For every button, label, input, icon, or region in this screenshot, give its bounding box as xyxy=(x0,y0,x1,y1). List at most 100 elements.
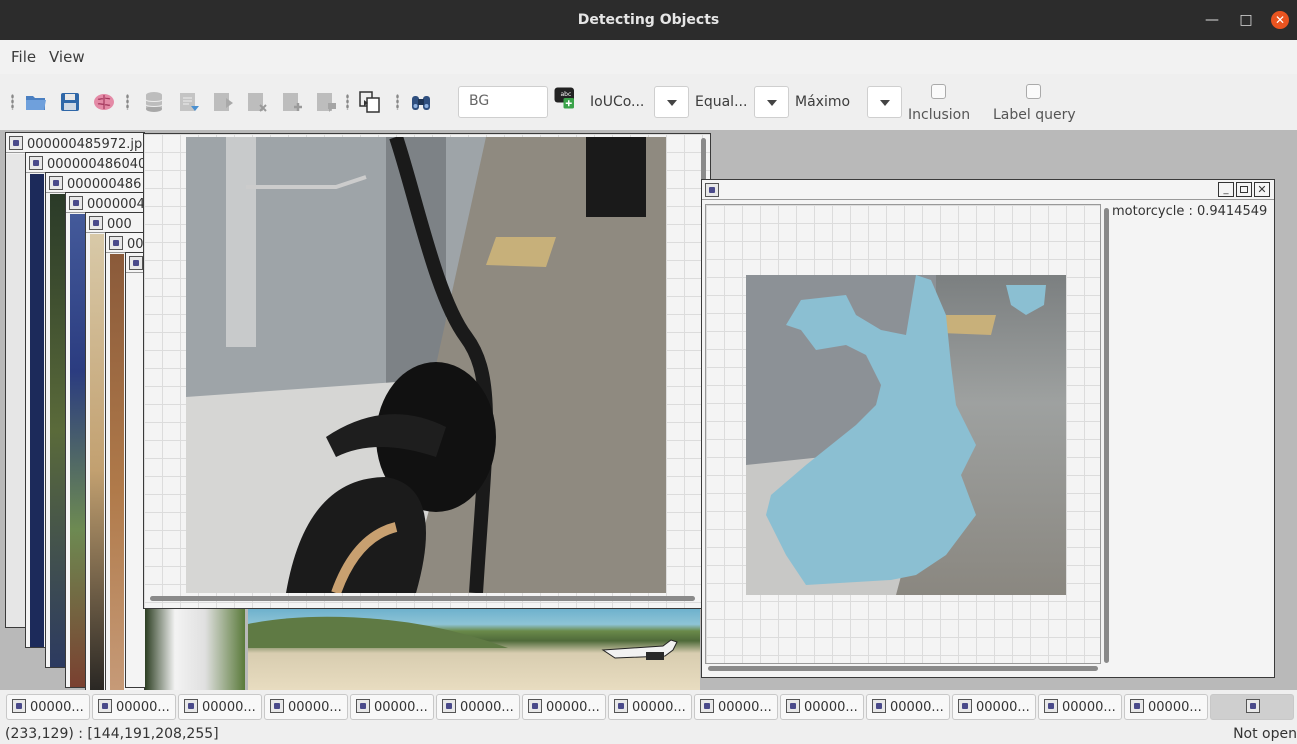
pixel-info: (233,129) : [144,191,208,255] xyxy=(5,726,219,742)
task-button[interactable]: 00000... xyxy=(522,694,606,720)
window-title: 00 xyxy=(127,237,144,252)
brain-icon[interactable] xyxy=(92,90,116,114)
document-icon xyxy=(528,699,542,713)
toolbar-grip[interactable] xyxy=(11,94,14,110)
mdi-area: 000000485972.jp 000000486040 000000486 0… xyxy=(0,130,1297,690)
document-icon xyxy=(184,699,198,713)
aggregation-label: Máximo xyxy=(795,94,851,110)
image-canvas xyxy=(110,254,124,690)
remove-image-icon[interactable] xyxy=(245,90,269,114)
save-icon[interactable] xyxy=(58,90,82,114)
image-canvas xyxy=(70,214,86,687)
detection-label: motorcycle : 0.9414549 xyxy=(1112,204,1268,219)
menu-view[interactable]: View xyxy=(49,48,85,66)
document-icon xyxy=(98,699,112,713)
title-bar: Detecting Objects — □ ✕ xyxy=(0,0,1297,40)
minimize-button[interactable]: — xyxy=(1203,11,1221,29)
task-button[interactable]: 00000... xyxy=(350,694,434,720)
task-button[interactable]: 00000... xyxy=(264,694,348,720)
result-image[interactable] xyxy=(746,275,1066,595)
comparison-label: Equal... xyxy=(695,94,748,110)
open-folder-icon[interactable] xyxy=(24,90,48,114)
window-title: Detecting Objects xyxy=(577,12,720,28)
toolbar-separator xyxy=(396,94,399,110)
document-icon xyxy=(29,156,43,170)
document-icon xyxy=(614,699,628,713)
document-icon xyxy=(442,699,456,713)
document-icon xyxy=(700,699,714,713)
status-bar: (233,129) : [144,191,208,255] Not open xyxy=(0,722,1297,744)
vertical-scrollbar[interactable] xyxy=(1104,208,1109,663)
document-icon xyxy=(129,256,143,270)
comparison-dropdown[interactable] xyxy=(754,86,789,118)
horizontal-scrollbar[interactable] xyxy=(150,596,695,601)
document-icon xyxy=(356,699,370,713)
document-icon xyxy=(872,699,886,713)
comment-icon[interactable] xyxy=(314,90,338,114)
task-button[interactable]: 00000... xyxy=(1124,694,1208,720)
document-icon xyxy=(89,216,103,230)
task-button[interactable]: 00000... xyxy=(952,694,1036,720)
task-button[interactable]: 00000... xyxy=(178,694,262,720)
document-icon xyxy=(1044,699,1058,713)
subwindow-close-button[interactable]: ✕ xyxy=(1254,182,1270,197)
label-query-checkbox[interactable] xyxy=(1026,84,1041,99)
add-image-icon[interactable] xyxy=(177,90,201,114)
document-icon xyxy=(786,699,800,713)
binoculars-icon[interactable] xyxy=(409,90,433,114)
document-icon xyxy=(49,176,63,190)
beach-image xyxy=(248,608,700,690)
image-canvas xyxy=(6,154,26,627)
main-image-window[interactable] xyxy=(143,133,711,609)
copy-icon[interactable] xyxy=(358,90,382,114)
image-canvas xyxy=(50,194,66,667)
task-button[interactable]: 00000... xyxy=(6,694,90,720)
result-canvas xyxy=(705,204,1101,664)
subwindow-maximize-button[interactable] xyxy=(1236,182,1252,197)
document-icon xyxy=(1130,699,1144,713)
document-icon xyxy=(1245,699,1260,713)
result-window[interactable]: _ ✕ motorcycle : 0.9414549 xyxy=(701,179,1275,678)
svg-text:abc: abc xyxy=(561,91,572,98)
window-title: 000000486040 xyxy=(47,157,144,172)
document-icon xyxy=(705,183,719,197)
window-title: 000000486 xyxy=(67,177,142,192)
image-canvas xyxy=(90,234,104,690)
add-item-icon[interactable] xyxy=(280,90,304,114)
task-button[interactable]: 00000... xyxy=(1038,694,1122,720)
background-window xyxy=(145,600,245,690)
horizontal-scrollbar[interactable] xyxy=(708,666,1098,671)
toolbar-separator xyxy=(126,94,129,110)
database-icon[interactable] xyxy=(142,90,166,114)
metric-dropdown[interactable] xyxy=(654,86,689,118)
bg-field[interactable]: BG xyxy=(458,86,548,118)
next-image-icon[interactable] xyxy=(211,90,235,114)
task-button[interactable]: 00000... xyxy=(92,694,176,720)
task-button[interactable]: 00000... xyxy=(694,694,778,720)
aggregation-dropdown[interactable] xyxy=(867,86,902,118)
inclusion-checkbox[interactable] xyxy=(931,84,946,99)
task-button[interactable]: 00000... xyxy=(608,694,692,720)
metric-label: IoUCo... xyxy=(590,94,645,110)
window-title: 000 xyxy=(107,217,132,232)
inclusion-label: Inclusion xyxy=(908,107,971,123)
task-button-active[interactable] xyxy=(1210,694,1294,720)
image-window[interactable] xyxy=(125,252,145,688)
document-icon xyxy=(12,699,26,713)
task-button[interactable]: 00000... xyxy=(866,694,950,720)
document-icon xyxy=(109,236,123,250)
window-taskbar: 00000... 00000... 00000... 00000... 0000… xyxy=(0,690,1297,722)
window-title: 0000004 xyxy=(87,197,144,212)
close-button[interactable]: ✕ xyxy=(1271,11,1289,29)
label-query-label: Label query xyxy=(993,107,1076,123)
menu-file[interactable]: File xyxy=(11,48,36,66)
task-button[interactable]: 00000... xyxy=(436,694,520,720)
motorcycle-image[interactable] xyxy=(186,137,666,593)
maximize-button[interactable]: □ xyxy=(1237,11,1255,29)
task-button[interactable]: 00000... xyxy=(780,694,864,720)
window-title: 000000485972.jp xyxy=(27,137,143,152)
document-icon xyxy=(270,699,284,713)
status-right: Not open xyxy=(1233,726,1297,742)
add-label-icon[interactable]: abc xyxy=(553,86,583,118)
subwindow-minimize-button[interactable]: _ xyxy=(1218,182,1234,197)
